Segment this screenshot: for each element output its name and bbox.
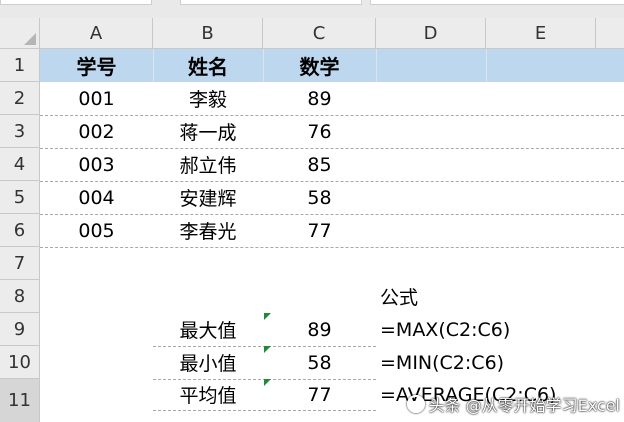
select-all-icon xyxy=(24,33,36,45)
column-header-a[interactable]: A xyxy=(40,18,153,49)
toolbar-segment xyxy=(370,0,624,5)
row-header-5[interactable]: 5 xyxy=(0,181,40,214)
row-header-8[interactable]: 8 xyxy=(0,280,40,313)
formula-text-max[interactable]: =MAX(C2:C6) xyxy=(376,313,620,346)
summary-label-min[interactable]: 最小值 xyxy=(153,346,263,379)
column-header-d[interactable]: D xyxy=(376,18,486,49)
summary-label-max[interactable]: 最大值 xyxy=(153,313,263,346)
summary-value-max[interactable]: 89 xyxy=(263,313,376,346)
cell-name[interactable]: 郝立伟 xyxy=(153,148,263,181)
row-header-2[interactable]: 2 xyxy=(0,82,40,115)
column-header-f[interactable] xyxy=(596,18,624,49)
watermark-logo-icon xyxy=(406,395,425,413)
column-header-e[interactable]: E xyxy=(486,18,596,49)
header-cell-name[interactable]: 姓名 xyxy=(153,49,263,82)
cell-score[interactable]: 77 xyxy=(263,214,376,247)
cell-name[interactable]: 蒋一成 xyxy=(153,115,263,148)
row-border xyxy=(40,247,624,248)
header-cell-id[interactable]: 学号 xyxy=(40,49,153,82)
cell-id[interactable]: 005 xyxy=(40,214,153,247)
formula-header-cell[interactable]: 公式 xyxy=(376,280,500,313)
watermark: 头条 @从零开始学习Excel xyxy=(406,392,620,416)
summary-value-average[interactable]: 77 xyxy=(263,379,376,410)
cell-id[interactable]: 002 xyxy=(40,115,153,148)
column-header-b[interactable]: B xyxy=(153,18,263,49)
formula-text-min[interactable]: =MIN(C2:C6) xyxy=(376,346,620,379)
row-header-11[interactable]: 11 xyxy=(0,379,40,422)
row-header-7[interactable]: 7 xyxy=(0,247,40,280)
cell-score[interactable]: 58 xyxy=(263,181,376,214)
cell-name[interactable]: 安建辉 xyxy=(153,181,263,214)
summary-label-average[interactable]: 平均值 xyxy=(153,379,263,410)
header-cell-math[interactable]: 数学 xyxy=(263,49,376,82)
row-header-6[interactable]: 6 xyxy=(0,214,40,247)
toolbar-segment xyxy=(0,0,152,5)
select-all-button[interactable] xyxy=(0,18,40,49)
watermark-text: 头条 @从零开始学习Excel xyxy=(428,396,620,415)
row-border xyxy=(153,410,376,411)
cell-score[interactable]: 76 xyxy=(263,115,376,148)
cell-score[interactable]: 89 xyxy=(263,82,376,115)
cell-id[interactable]: 001 xyxy=(40,82,153,115)
cell-score[interactable]: 85 xyxy=(263,148,376,181)
row-header-1[interactable]: 1 xyxy=(0,49,40,82)
row-header-9[interactable]: 9 xyxy=(0,313,40,346)
cell-name[interactable]: 李毅 xyxy=(153,82,263,115)
grid-line xyxy=(486,49,487,82)
grid-line xyxy=(376,49,377,82)
row-header-10[interactable]: 10 xyxy=(0,346,40,379)
summary-value-min[interactable]: 58 xyxy=(263,346,376,379)
toolbar-strip xyxy=(0,0,624,18)
cell-id[interactable]: 003 xyxy=(40,148,153,181)
row-header-4[interactable]: 4 xyxy=(0,148,40,181)
column-header-c[interactable]: C xyxy=(263,18,376,49)
cell-name[interactable]: 李春光 xyxy=(153,214,263,247)
row-header-3[interactable]: 3 xyxy=(0,115,40,148)
cell-id[interactable]: 004 xyxy=(40,181,153,214)
toolbar-segment xyxy=(180,0,362,5)
